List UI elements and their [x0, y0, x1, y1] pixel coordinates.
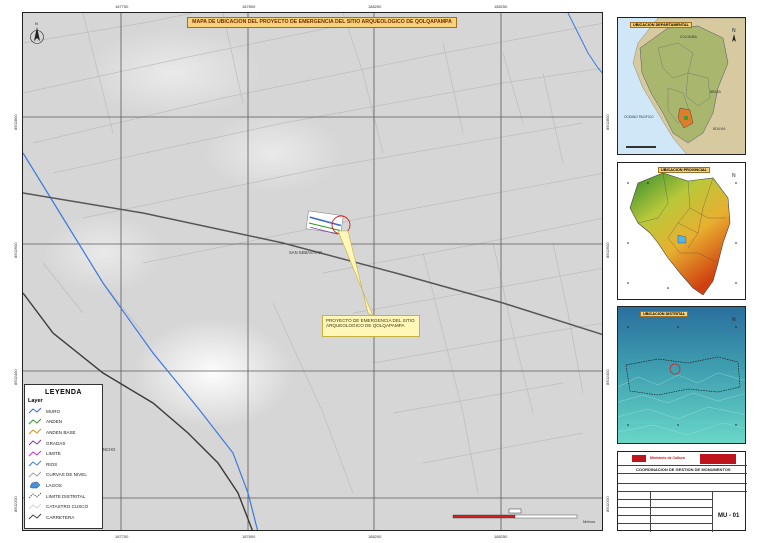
inset-national-canvas: COLOMBIA BRASIL BOLIVIA OCEANO PACIFICO … — [624, 18, 745, 154]
svg-text:N: N — [732, 28, 736, 34]
legend-symbol-icon — [29, 482, 41, 489]
legend-item-label: ANDEN BASE — [46, 429, 76, 435]
legend-symbol-icon — [28, 407, 42, 414]
legend-item-label: LIMITE — [46, 451, 61, 457]
legend-list: MURO ANDEN ANDEN BASE GRADAS LIMITE RIOS CURVA… — [28, 406, 99, 523]
legend-symbol-icon — [28, 503, 42, 509]
grid-tick-right: 8502400 — [605, 369, 610, 385]
inset-provincial-label: UBICACION PROVINCIAL — [658, 167, 710, 173]
legend-item: MURO — [28, 406, 99, 417]
legend-panel: LEYENDA Layer MURO ANDEN ANDEN BASE GRADAS L… — [24, 384, 103, 529]
legend-item: RIOS — [28, 459, 99, 470]
grid-tick-right: 8502200 — [605, 496, 610, 512]
grid-tick-left: 8502600 — [13, 242, 18, 258]
grid-tick-bottom: 188250 — [494, 534, 508, 539]
project-callout: PROYECTO DE EMERGENCIA DEL SITIO ARQUEOL… — [322, 315, 420, 337]
svg-text:N: N — [732, 173, 736, 179]
legend-item: CARRETERA — [28, 512, 99, 523]
grid-tick-bottom: 187800 — [242, 534, 256, 539]
legend-symbol-icon — [28, 471, 42, 478]
legend-symbol-icon — [28, 418, 42, 425]
ministry-logo — [632, 455, 646, 462]
legend-item-label: MURO — [46, 408, 61, 414]
grid-tick-top: 188200 — [368, 4, 382, 9]
inset-provincial-map[interactable]: N UBICACION PROVINCIAL — [617, 162, 746, 300]
svg-text:N: N — [732, 317, 736, 323]
grid-tick-top: 187800 — [242, 4, 256, 9]
legend-symbol-icon — [28, 460, 42, 467]
sheet-number: MU - 01 — [718, 513, 740, 519]
callout-line: ARQUEOLOGICO DE QOLQAPAMPA — [326, 323, 405, 329]
legend-item: CURVAS DE NIVEL — [28, 470, 99, 481]
grid-tick-right: 8502600 — [605, 242, 610, 258]
inset-district-map[interactable]: N UBICACION DISTRITAL — [617, 306, 746, 444]
legend-item-label: RIOS — [46, 461, 58, 467]
scale-bar — [452, 508, 578, 519]
scale-units-label: Metros — [583, 519, 596, 524]
svg-text:N: N — [35, 21, 38, 26]
legend-item-label: CURVAS DE NIVEL — [46, 472, 87, 478]
road-label: NCHO — [103, 447, 116, 452]
grid-tick-left: 8502200 — [13, 496, 18, 512]
ministry-banner — [700, 454, 736, 464]
title-block-department: COORDINACION DE GESTION DE MONUMENTOS — [636, 467, 731, 472]
grid-tick-left: 8502400 — [13, 369, 18, 385]
grid-tick-bottom: 187750 — [115, 534, 129, 539]
main-map[interactable]: N SAN SEBASTIAN NCHO Metros — [22, 12, 603, 531]
svg-text:COLOMBIA: COLOMBIA — [680, 35, 698, 39]
legend-item-label: CARRETERA — [46, 514, 75, 520]
legend-item: ANDEN BASE — [28, 427, 99, 438]
svg-text:BOLIVIA: BOLIVIA — [713, 127, 726, 131]
legend-title: LEYENDA — [45, 389, 82, 396]
legend-item: GRADAS — [28, 438, 99, 449]
svg-text:BRASIL: BRASIL — [710, 90, 722, 94]
legend-item-label: LIMITE DISTRITAL — [46, 493, 86, 499]
legend-symbol-icon — [28, 492, 42, 499]
legend-item: LIMITE DISTRITAL — [28, 491, 99, 502]
inset-provincial-canvas: N — [627, 172, 737, 296]
inset-national-map[interactable]: COLOMBIA BRASIL BOLIVIA OCEANO PACIFICO … — [617, 17, 746, 155]
legend-item: LIMITE — [28, 448, 99, 459]
project-site — [305, 210, 351, 235]
legend-symbol-icon — [28, 513, 42, 520]
grid-tick-right: 8502800 — [605, 114, 610, 130]
legend-item: CATASTRO CUSCO — [28, 501, 99, 512]
grid-tick-bottom: 188200 — [368, 534, 382, 539]
legend-item-label: ANDEN — [46, 419, 63, 425]
legend-symbol-icon — [28, 429, 42, 435]
legend-subtitle: Layer — [28, 398, 43, 404]
road-label: SAN SEBASTIAN — [289, 250, 323, 255]
map-sheet: 187750 187800 188200 188250 187750 18780… — [0, 0, 768, 543]
hillshade-light — [43, 213, 163, 293]
main-map-canvas: N — [23, 13, 602, 530]
legend-item-label: GRADAS — [46, 440, 66, 446]
inset-national-label: UBICACION DEPARTAMENTAL — [630, 22, 692, 28]
river — [567, 13, 602, 74]
svg-text:OCEANO PACIFICO: OCEANO PACIFICO — [624, 115, 654, 119]
legend-item-label: CATASTRO CUSCO — [46, 504, 89, 510]
legend-item: LAGOS — [28, 480, 99, 491]
map-title: MAPA DE UBICACION DEL PROYECTO DE EMERGE… — [187, 17, 457, 28]
title-block: Ministerio de Cultura COORDINACION DE GE… — [617, 451, 747, 532]
hillshade-light — [133, 318, 293, 428]
title-block-entity: Ministerio de Cultura — [650, 456, 685, 460]
grid-tick-top: 188250 — [494, 4, 508, 9]
legend-item: ANDEN — [28, 417, 99, 428]
inset-district-canvas: N — [618, 307, 745, 443]
legend-item-label: LAGOS — [46, 482, 62, 488]
legend-symbol-icon — [28, 450, 42, 457]
legend-symbol-icon — [28, 439, 42, 446]
grid-tick-left: 8502800 — [13, 114, 18, 130]
grid-tick-top: 187750 — [115, 4, 129, 9]
inset-district-label: UBICACION DISTRITAL — [640, 311, 689, 317]
